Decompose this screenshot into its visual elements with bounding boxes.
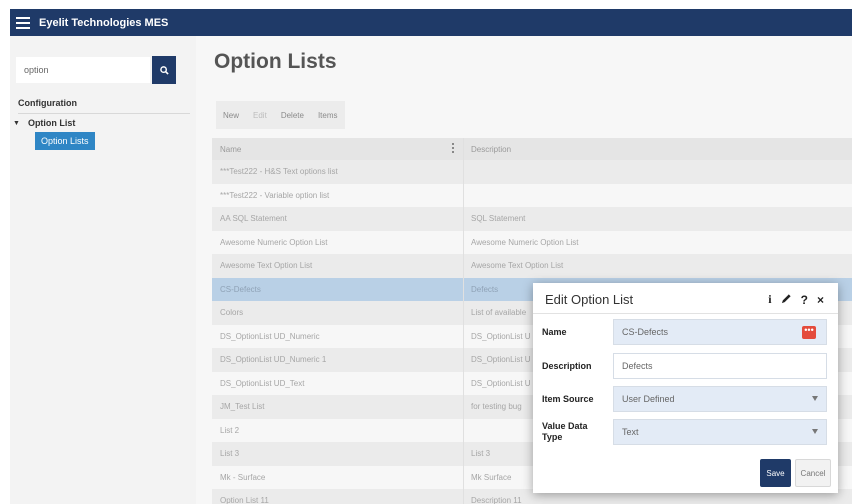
cell-name: JM_Test List (220, 402, 265, 412)
column-menu-icon[interactable] (452, 143, 455, 153)
table-row[interactable]: Awesome Text Option List Awesome Text Opt… (212, 254, 852, 278)
pencil-icon[interactable] (781, 293, 792, 307)
table-row[interactable]: AA SQL Statement SQL Statement (212, 207, 852, 231)
cell-name: CS-Defects (220, 284, 261, 294)
cell-name: Awesome Text Option List (220, 261, 313, 271)
top-bar: Eyelit Technologies MES (10, 9, 852, 36)
search-input[interactable] (16, 57, 150, 83)
chevron-down-icon (812, 429, 818, 434)
sidebar: Configuration ▼ Option List Option Lists (10, 36, 196, 504)
cell-name: Awesome Numeric Option List (220, 237, 328, 247)
edit-button[interactable]: Edit (246, 101, 274, 129)
cell-description: SQL Statement (463, 207, 852, 231)
grid-header: Name Description (212, 138, 852, 160)
name-label: Name (542, 327, 567, 337)
cell-name: List 2 (220, 425, 240, 435)
item-source-label: Item Source (542, 394, 594, 404)
more-options-icon[interactable]: ••• (802, 326, 816, 339)
dialog-title: Edit Option List (545, 292, 634, 307)
new-button[interactable]: New (216, 101, 246, 129)
chevron-down-icon (812, 396, 818, 401)
column-header-description[interactable]: Description (463, 138, 852, 160)
name-field-value: CS-Defects (622, 327, 669, 337)
expand-triangle-icon[interactable]: ▼ (13, 120, 20, 127)
edit-option-list-dialog: Edit Option List i ? × Name CS-Defects •… (533, 283, 838, 493)
search-button[interactable] (152, 56, 176, 84)
description-field[interactable]: Defects (613, 353, 827, 379)
cell-description: Awesome Text Option List (463, 254, 852, 278)
dialog-divider (533, 313, 838, 314)
cell-name: ***Test222 - H&S Text options list (220, 167, 338, 177)
cell-name: DS_OptionList UD_Numeric (220, 331, 320, 341)
table-row[interactable]: ***Test222 - Variable option list (212, 183, 852, 207)
app-title: Eyelit Technologies MES (39, 16, 169, 29)
name-field[interactable]: CS-Defects ••• (613, 319, 827, 345)
cell-description (463, 183, 852, 207)
cell-name: DS_OptionList UD_Text (220, 378, 305, 388)
value-data-type-label: Value Data Type (542, 421, 588, 442)
column-header-name[interactable]: Name (212, 138, 463, 160)
cell-name: DS_OptionList UD_Numeric 1 (220, 355, 327, 365)
configuration-heading: Configuration (18, 98, 77, 108)
help-icon[interactable]: ? (801, 293, 808, 307)
value-data-type-select[interactable]: Text (613, 419, 827, 445)
column-header-name-label: Name (220, 144, 242, 154)
info-icon[interactable]: i (768, 292, 771, 307)
search-icon (159, 65, 169, 75)
hamburger-menu-icon[interactable] (16, 16, 30, 29)
cancel-button[interactable]: Cancel (795, 459, 831, 487)
cell-name: Option List 11 (220, 496, 269, 504)
cell-name: Colors (220, 308, 244, 318)
item-source-value: User Defined (622, 394, 675, 404)
divider (18, 113, 190, 114)
save-button[interactable]: Save (760, 459, 791, 487)
description-field-value: Defects (622, 361, 653, 371)
cell-name: Mk - Surface (220, 472, 266, 482)
page-title: Option Lists (214, 50, 337, 73)
toolbar: New Edit Delete Items (216, 101, 345, 129)
description-label: Description (542, 361, 592, 371)
delete-button[interactable]: Delete (274, 101, 311, 129)
cell-name: ***Test222 - Variable option list (220, 190, 330, 200)
tree-node-option-list[interactable]: ▼ Option List (13, 118, 75, 128)
close-icon[interactable]: × (817, 293, 824, 307)
tree-node-label: Option List (27, 118, 76, 128)
cell-name: AA SQL Statement (220, 214, 287, 224)
item-source-select[interactable]: User Defined (613, 386, 827, 412)
cell-name: List 3 (220, 449, 240, 459)
tree-item-option-lists[interactable]: Option Lists (35, 132, 95, 150)
table-row[interactable]: Awesome Numeric Option List Awesome Numer… (212, 230, 852, 254)
table-row[interactable]: ***Test222 - H&S Text options list (212, 160, 852, 184)
items-button[interactable]: Items (311, 101, 345, 129)
cell-description (463, 160, 852, 184)
dialog-header-icons: i ? × (768, 292, 824, 307)
value-data-type-value: Text (622, 427, 639, 437)
cell-description: Awesome Numeric Option List (463, 230, 852, 254)
